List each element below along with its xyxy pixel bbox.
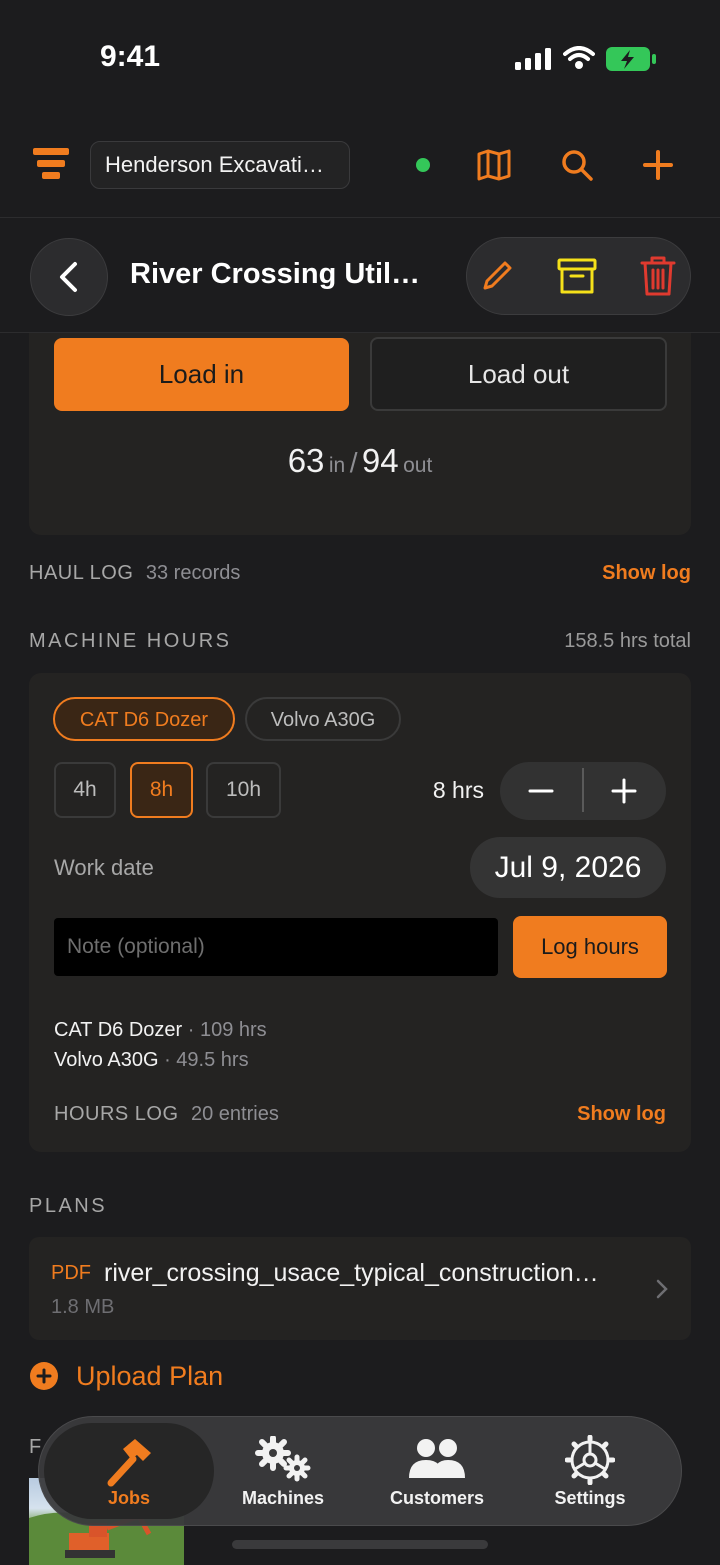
haul-log-count: 33 records: [145, 562, 241, 584]
wifi-icon: [563, 46, 595, 70]
hours-log-count: 20 entries: [190, 1103, 279, 1125]
delete-button[interactable]: [640, 255, 676, 297]
gear-icon: [565, 1435, 615, 1485]
archive-button[interactable]: [557, 257, 597, 295]
summary-machine-name: Volvo A30G: [54, 1049, 159, 1071]
haul-log-label: HAUL LOG: [29, 562, 134, 584]
tab-settings[interactable]: Settings: [510, 1430, 670, 1516]
edit-button[interactable]: [479, 258, 515, 294]
haul-show-log-link[interactable]: Show log: [602, 562, 691, 585]
selected-hours: 8 hrs: [432, 777, 484, 803]
upload-plan-link[interactable]: Upload Plan: [76, 1361, 223, 1392]
machine-chip-volvo-a30g[interactable]: Volvo A30G: [245, 697, 401, 741]
hours-log-header: HOURS LOG 20 entries: [54, 1103, 279, 1126]
increment-button[interactable]: [611, 778, 637, 804]
machine-summary-row: Volvo A30G · 49.5 hrs: [54, 1049, 249, 1072]
menu-icon[interactable]: [33, 148, 69, 180]
out-unit: out: [403, 454, 433, 477]
search-icon[interactable]: [560, 148, 594, 182]
plan-file-size: 1.8 MB: [51, 1296, 115, 1318]
upload-plus-icon[interactable]: [30, 1362, 58, 1390]
load-counts: 63 in / 94 out: [0, 442, 720, 480]
plans-label: PLANS: [29, 1195, 108, 1217]
in-count: 63: [287, 442, 325, 479]
tab-jobs[interactable]: Jobs: [49, 1430, 209, 1516]
pencil-icon: [483, 261, 512, 290]
page-title: River Crossing Util…: [130, 258, 421, 290]
people-icon: [409, 1439, 465, 1478]
hammer-icon: [107, 1439, 151, 1487]
plan-file-row[interactable]: [29, 1237, 691, 1340]
tab-label: Settings: [554, 1488, 626, 1508]
machine-hours-label: MACHINE HOURS: [29, 630, 232, 652]
chevron-right-icon: [656, 1279, 668, 1299]
out-count: 94: [361, 442, 399, 479]
hours-show-log-link[interactable]: Show log: [577, 1103, 666, 1126]
add-icon[interactable]: [642, 149, 674, 181]
back-button[interactable]: [30, 238, 108, 316]
haul-log-header: HAUL LOG 33 records: [29, 562, 240, 585]
in-unit: in: [328, 454, 346, 477]
machine-summary-row: CAT D6 Dozer · 109 hrs: [54, 1019, 267, 1042]
load-out-button[interactable]: Load out: [370, 337, 667, 411]
gears-icon: [255, 1436, 311, 1482]
preset-4h-button[interactable]: 4h: [54, 762, 116, 818]
header-divider: [0, 217, 720, 218]
battery-icon: [606, 46, 658, 72]
status-time: 9:41: [100, 40, 161, 73]
decrement-button[interactable]: [528, 780, 554, 802]
plan-file-name: river_crossing_usace_typical_constructio…: [104, 1259, 599, 1287]
tab-machines[interactable]: Machines: [203, 1430, 363, 1516]
summary-machine-hours: · 109 hrs: [187, 1019, 267, 1041]
machine-hours-total: 158.5 hrs total: [564, 630, 691, 652]
preset-10h-button[interactable]: 10h: [206, 762, 281, 818]
summary-machine-name: CAT D6 Dozer: [54, 1019, 183, 1041]
org-selector[interactable]: Henderson Excavati…: [90, 141, 350, 189]
note-input[interactable]: [54, 918, 498, 976]
chevron-left-icon: [60, 262, 77, 292]
map-icon[interactable]: [477, 148, 511, 182]
work-date-picker[interactable]: Jul 9, 2026: [470, 837, 666, 898]
file-type-badge: PDF: [51, 1262, 91, 1284]
load-in-button[interactable]: Load in: [54, 338, 349, 411]
preset-8h-button[interactable]: 8h: [130, 762, 193, 818]
plus-icon: [611, 778, 637, 804]
tab-label: Machines: [241, 1488, 325, 1508]
signal-icon: [515, 48, 553, 70]
count-separator: /: [349, 447, 358, 478]
machine-chip-cat-d6[interactable]: CAT D6 Dozer: [53, 697, 235, 741]
home-indicator: [232, 1540, 488, 1549]
archive-icon: [557, 258, 597, 294]
tab-label: Jobs: [107, 1488, 150, 1508]
tab-customers[interactable]: Customers: [357, 1430, 517, 1516]
online-status-dot: [416, 158, 430, 172]
machine-hours-card: [29, 673, 691, 1152]
log-hours-button[interactable]: Log hours: [513, 916, 667, 978]
tab-label: Customers: [389, 1488, 485, 1508]
trash-icon: [640, 256, 676, 296]
stepper-divider: [582, 768, 584, 812]
summary-machine-hours: · 49.5 hrs: [164, 1049, 249, 1071]
hours-log-label: HOURS LOG: [54, 1103, 179, 1125]
work-date-label: Work date: [54, 855, 154, 880]
minus-icon: [528, 789, 554, 793]
